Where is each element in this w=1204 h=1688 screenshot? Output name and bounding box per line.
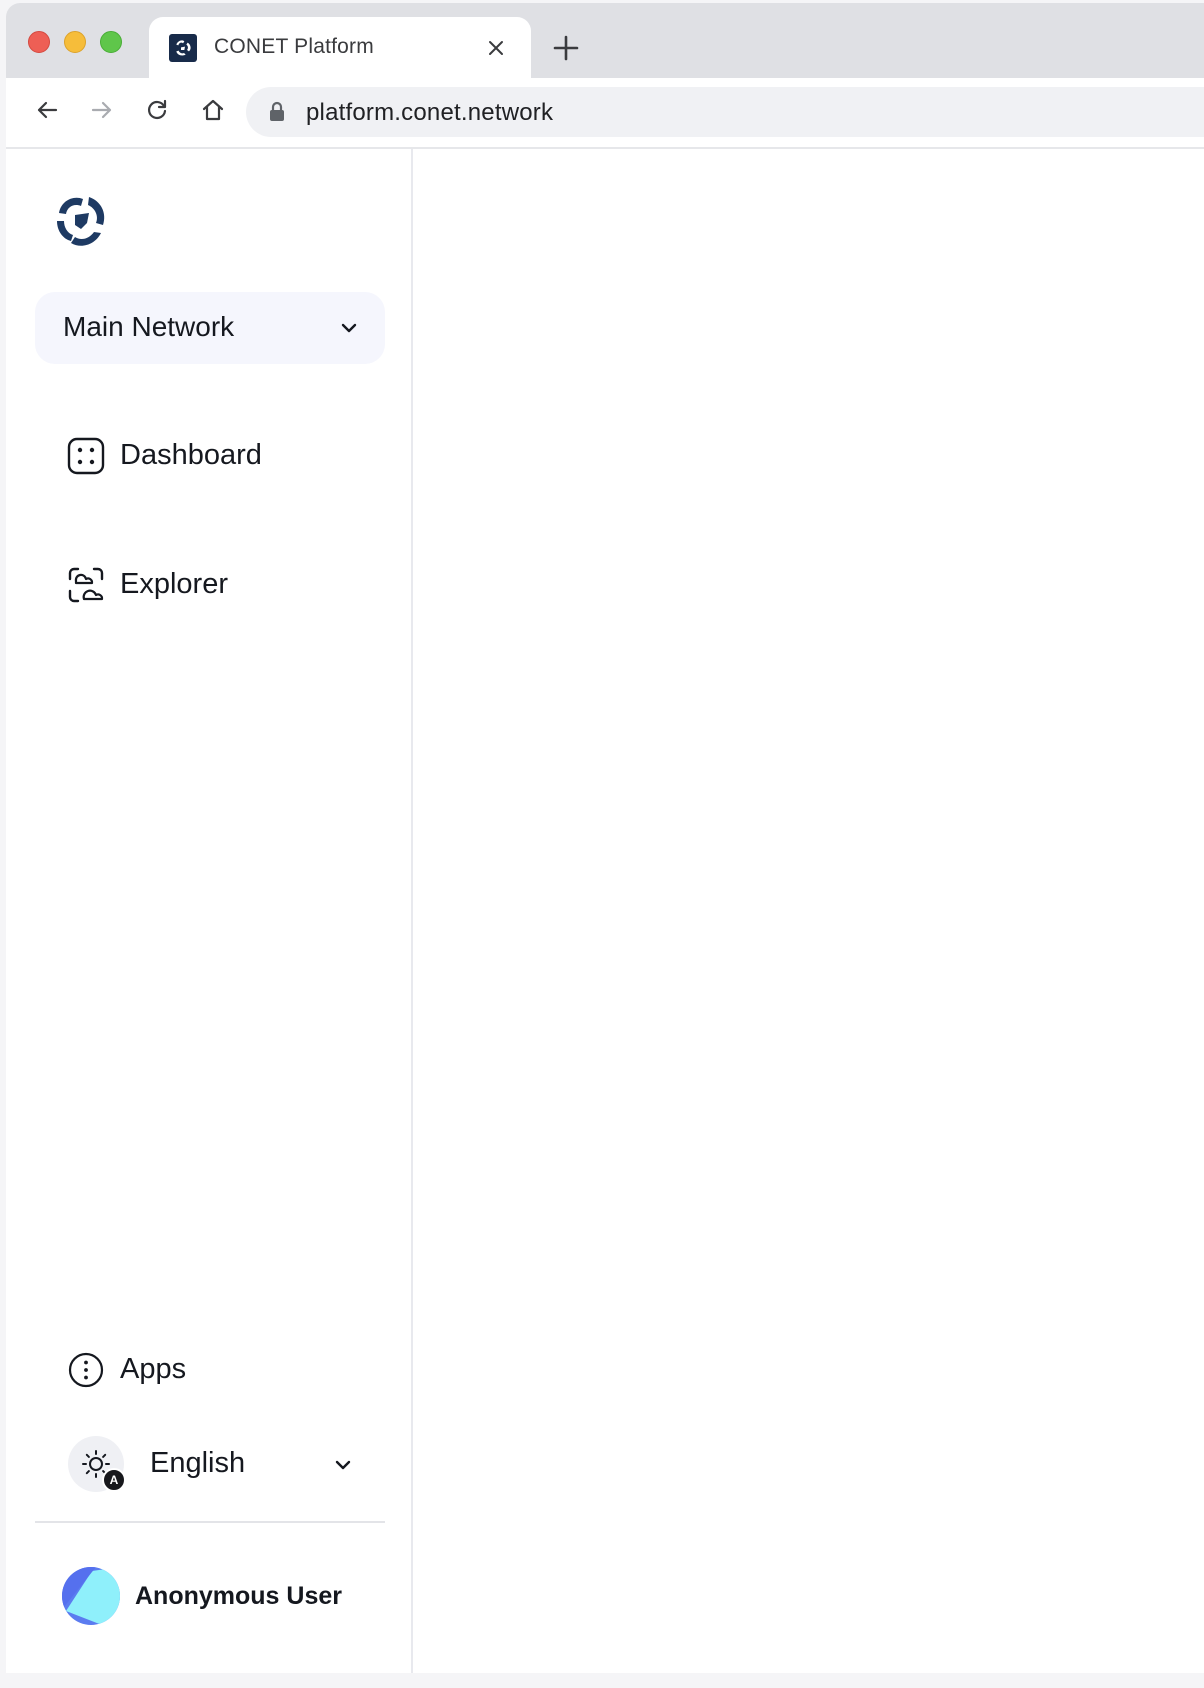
network-select[interactable]: Main Network	[35, 292, 385, 364]
reload-icon[interactable]	[142, 95, 172, 125]
conet-logo-icon[interactable]	[51, 191, 111, 251]
browser-window: CONET Platform platform.conet.network Ma…	[6, 3, 1204, 1673]
tab-strip: CONET Platform	[6, 3, 1204, 78]
page: Main Network Dashboard Explorer Apps A E…	[6, 149, 1204, 1673]
chevron-down-icon	[338, 317, 360, 339]
language-select[interactable]: English	[136, 1434, 366, 1494]
language-select-label: English	[150, 1447, 246, 1479]
sidebar-item-label: Explorer	[120, 568, 228, 600]
sidebar-item-label: Apps	[120, 1353, 187, 1385]
theme-toggle-button[interactable]: A	[68, 1436, 126, 1492]
new-tab-icon[interactable]	[551, 33, 581, 63]
network-select-label: Main Network	[63, 311, 235, 342]
browser-tab[interactable]: CONET Platform	[149, 17, 531, 78]
sidebar-item-explorer[interactable]: Explorer	[56, 557, 356, 613]
close-icon[interactable]	[485, 37, 507, 59]
avatar-icon	[62, 1567, 120, 1625]
tab-title: CONET Platform	[214, 35, 374, 58]
sidebar-item-apps[interactable]: Apps	[56, 1342, 356, 1398]
close-window-button[interactable]	[28, 31, 50, 53]
dashboard-icon	[66, 436, 106, 476]
chevron-down-icon	[332, 1454, 354, 1476]
divider	[35, 1521, 385, 1523]
forward-arrow-icon[interactable]	[87, 95, 117, 125]
conet-logo-icon	[169, 34, 197, 62]
home-icon[interactable]	[198, 95, 228, 125]
user-profile[interactable]: Anonymous User	[62, 1567, 382, 1627]
user-name: Anonymous User	[135, 1582, 342, 1610]
auto-theme-badge: A	[102, 1468, 126, 1492]
lock-icon	[268, 101, 286, 123]
minimize-window-button[interactable]	[64, 31, 86, 53]
preferences-row: A English	[56, 1434, 366, 1494]
address-bar[interactable]: platform.conet.network	[246, 87, 1204, 137]
explorer-icon	[66, 565, 106, 605]
sidebar: Main Network Dashboard Explorer Apps A E…	[6, 149, 413, 1673]
browser-toolbar: platform.conet.network	[6, 78, 1204, 149]
sidebar-item-label: Dashboard	[120, 439, 262, 471]
more-vertical-icon	[66, 1350, 106, 1390]
sidebar-item-dashboard[interactable]: Dashboard	[56, 428, 356, 484]
main-content	[413, 149, 1204, 1673]
maximize-window-button[interactable]	[100, 31, 122, 53]
url-text[interactable]: platform.conet.network	[306, 99, 553, 127]
back-arrow-icon[interactable]	[32, 95, 62, 125]
